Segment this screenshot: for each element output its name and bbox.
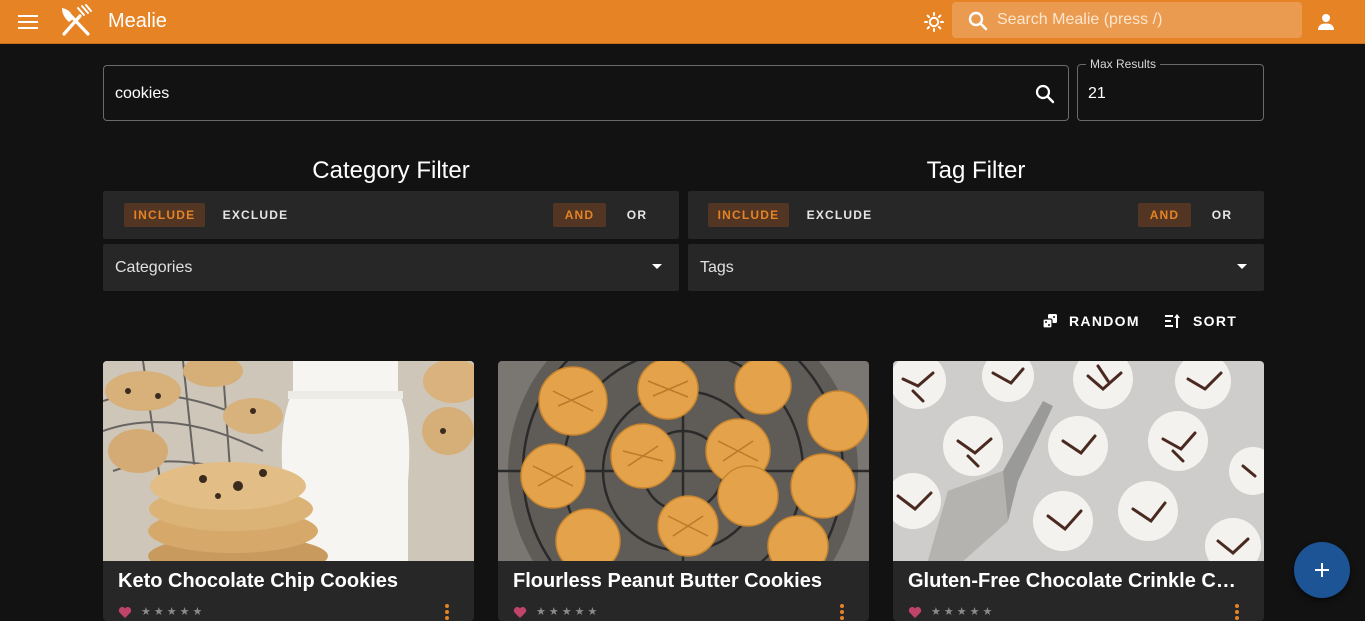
search-icon [968,11,988,31]
fork-knife-icon[interactable] [58,4,94,40]
max-results-label: Max Results [1086,57,1161,71]
dots-vertical-icon[interactable] [1234,603,1240,621]
rating-stars[interactable]: ★★★★★ [536,605,600,618]
category-or-button[interactable]: OR [615,203,659,227]
recipe-card[interactable]: Keto Chocolate Chip Cookies ★★★★★ [103,361,474,621]
category-select[interactable]: Categories [103,244,679,291]
menu-button[interactable] [12,7,44,37]
tag-exclude-button[interactable]: EXCLUDE [798,203,881,227]
sort-label: SORT [1193,313,1238,329]
category-exclude-button[interactable]: EXCLUDE [214,203,297,227]
add-recipe-button[interactable] [1294,542,1350,598]
category-and-button[interactable]: AND [553,203,606,227]
chevron-down-icon [652,264,662,269]
category-filter-title: Category Filter [312,157,470,184]
sort-button[interactable]: SORT [1165,310,1237,332]
recipe-title[interactable]: Keto Chocolate Chip Cookies [118,570,458,593]
search-icon[interactable] [1033,82,1057,106]
tag-and-button[interactable]: AND [1138,203,1191,227]
app-bar: Mealie [0,0,1365,44]
global-search-input[interactable] [997,8,1292,32]
recipe-image[interactable] [103,361,474,561]
dice-icon [1043,314,1057,328]
recipe-search-field[interactable] [103,65,1069,121]
recipe-card[interactable]: Flourless Peanut Butter Cookies ★★★★★ [498,361,869,621]
tag-select[interactable]: Tags [688,244,1264,291]
heart-icon[interactable] [513,606,527,619]
theme-toggle-button[interactable] [920,8,948,36]
recipe-card[interactable]: Gluten-Free Chocolate Crinkle Cookies ★★… [893,361,1264,621]
global-search[interactable] [952,2,1302,38]
rating-stars[interactable]: ★★★★★ [931,605,995,618]
sort-icon [1165,314,1180,328]
heart-icon[interactable] [118,606,132,619]
account-button[interactable] [1312,8,1340,36]
tag-filter-bar: INCLUDE EXCLUDE AND OR [688,191,1264,239]
account-icon [1318,14,1334,30]
tag-filter-title: Tag Filter [926,157,1026,184]
brightness-icon [924,12,944,32]
recipe-title[interactable]: Flourless Peanut Butter Cookies [513,570,853,593]
plus-icon [1315,563,1329,577]
recipe-image[interactable] [893,361,1264,561]
rating-stars[interactable]: ★★★★★ [141,605,205,618]
category-select-placeholder: Categories [115,259,193,276]
menu-icon [18,15,38,29]
dots-vertical-icon[interactable] [444,603,450,621]
random-button[interactable]: RANDOM [1043,310,1140,332]
random-label: RANDOM [1069,313,1140,329]
recipe-image[interactable] [498,361,869,561]
app-title[interactable]: Mealie [108,10,167,33]
tag-include-button[interactable]: INCLUDE [708,203,789,227]
heart-icon[interactable] [908,606,922,619]
tag-select-placeholder: Tags [700,259,734,276]
category-include-button[interactable]: INCLUDE [124,203,205,227]
recipe-search-input[interactable] [115,82,1015,106]
tag-or-button[interactable]: OR [1200,203,1244,227]
max-results-field[interactable]: Max Results [1077,57,1264,121]
category-filter-bar: INCLUDE EXCLUDE AND OR [103,191,679,239]
chevron-down-icon [1237,264,1247,269]
recipe-title[interactable]: Gluten-Free Chocolate Crinkle Cookies [908,570,1248,593]
dots-vertical-icon[interactable] [839,603,845,621]
max-results-input[interactable] [1088,82,1248,106]
